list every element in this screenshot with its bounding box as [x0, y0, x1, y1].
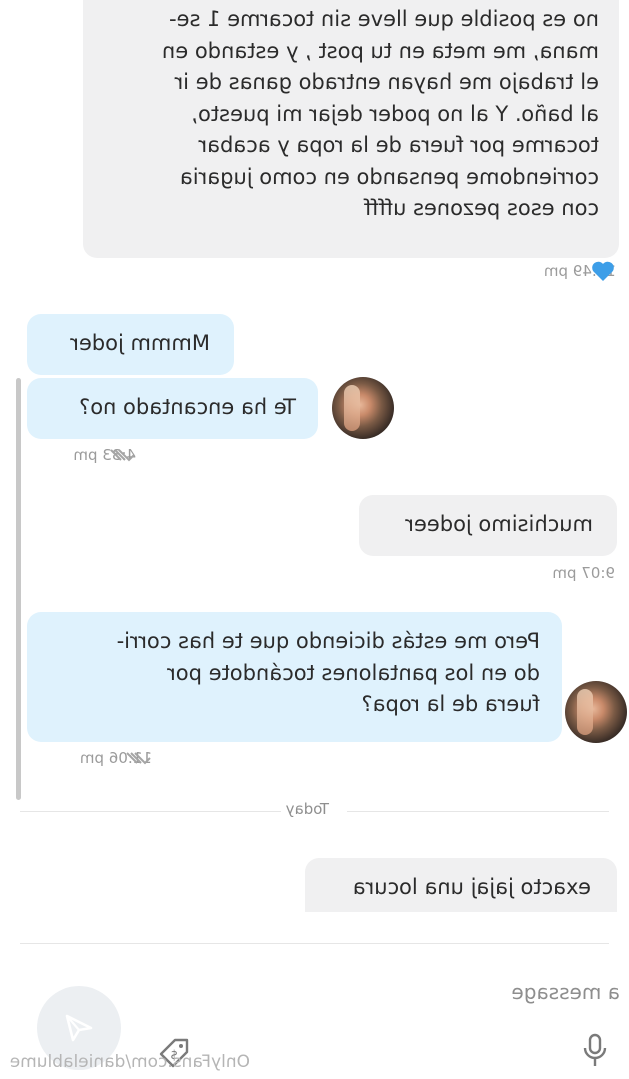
message-line: con esos pezones uffff	[364, 196, 599, 220]
message-line: Mmmm joder	[70, 331, 210, 355]
watermark: OnlyFans.com/danielablume	[9, 1052, 250, 1072]
message-line: muchisimo jodeer	[405, 512, 593, 536]
message-line: al baño. Y al no poder dejar mi puesto,	[191, 101, 599, 126]
microphone-icon[interactable]	[577, 1032, 613, 1070]
message-line: do en los pantalones tocándote por	[167, 660, 540, 685]
message-line: Pero me estás diciendo que te has corri-	[116, 629, 540, 653]
day-divider-left	[347, 811, 609, 812]
message-line: fuera de la ropa?	[361, 692, 540, 716]
message-line: tocarme por fuera de la ropa y acabar	[198, 133, 599, 157]
message-line: el trabajo me hayan entrado ganas de ir	[174, 70, 599, 94]
double-check-icon	[122, 749, 152, 767]
message-line: no es posible que lleve sin tocarme 1 se…	[169, 7, 599, 31]
message-meta: 11:06 pm	[80, 749, 152, 767]
scrollbar[interactable]	[16, 378, 21, 800]
message-bubble-outgoing[interactable]: muchisimo jodeer	[359, 495, 617, 556]
message-line: mana, me meta en tu post , y estando en	[161, 38, 599, 63]
composer-divider	[20, 943, 609, 944]
message-meta: 4:33 pm	[73, 446, 136, 464]
message-line: exacto jajaj una locura	[352, 875, 591, 899]
day-separator-label: Today	[285, 800, 329, 818]
message-line: Te ha encantado no?	[79, 395, 296, 419]
message-bubble-incoming[interactable]: Pero me estás diciendo que te has corri-…	[27, 612, 562, 742]
message-bubble-incoming[interactable]: Te ha encantado no?	[27, 378, 318, 439]
day-divider-right	[20, 811, 281, 812]
message-bubble-incoming[interactable]: Mmmm joder	[27, 314, 234, 375]
message-meta: 12:49 pm	[544, 259, 616, 283]
double-check-icon	[106, 446, 136, 464]
message-time: 9:07 pm	[552, 564, 615, 582]
message-bubble-outgoing[interactable]: no es posible que lleve sin tocarme 1 se…	[83, 0, 619, 258]
message-line: corriendome pensando en como jugaria	[179, 164, 599, 189]
message-bubble-outgoing[interactable]: exacto jajaj una locura	[305, 858, 617, 912]
avatar[interactable]	[565, 681, 627, 743]
paper-plane-icon	[61, 1010, 97, 1046]
message-input[interactable]: a message	[512, 980, 621, 1004]
message-meta: 9:07 pm	[552, 564, 615, 582]
avatar[interactable]	[332, 377, 394, 439]
chat-screen: no es posible que lleve sin tocarme 1 se…	[0, 0, 629, 1079]
heart-icon[interactable]	[590, 259, 616, 283]
